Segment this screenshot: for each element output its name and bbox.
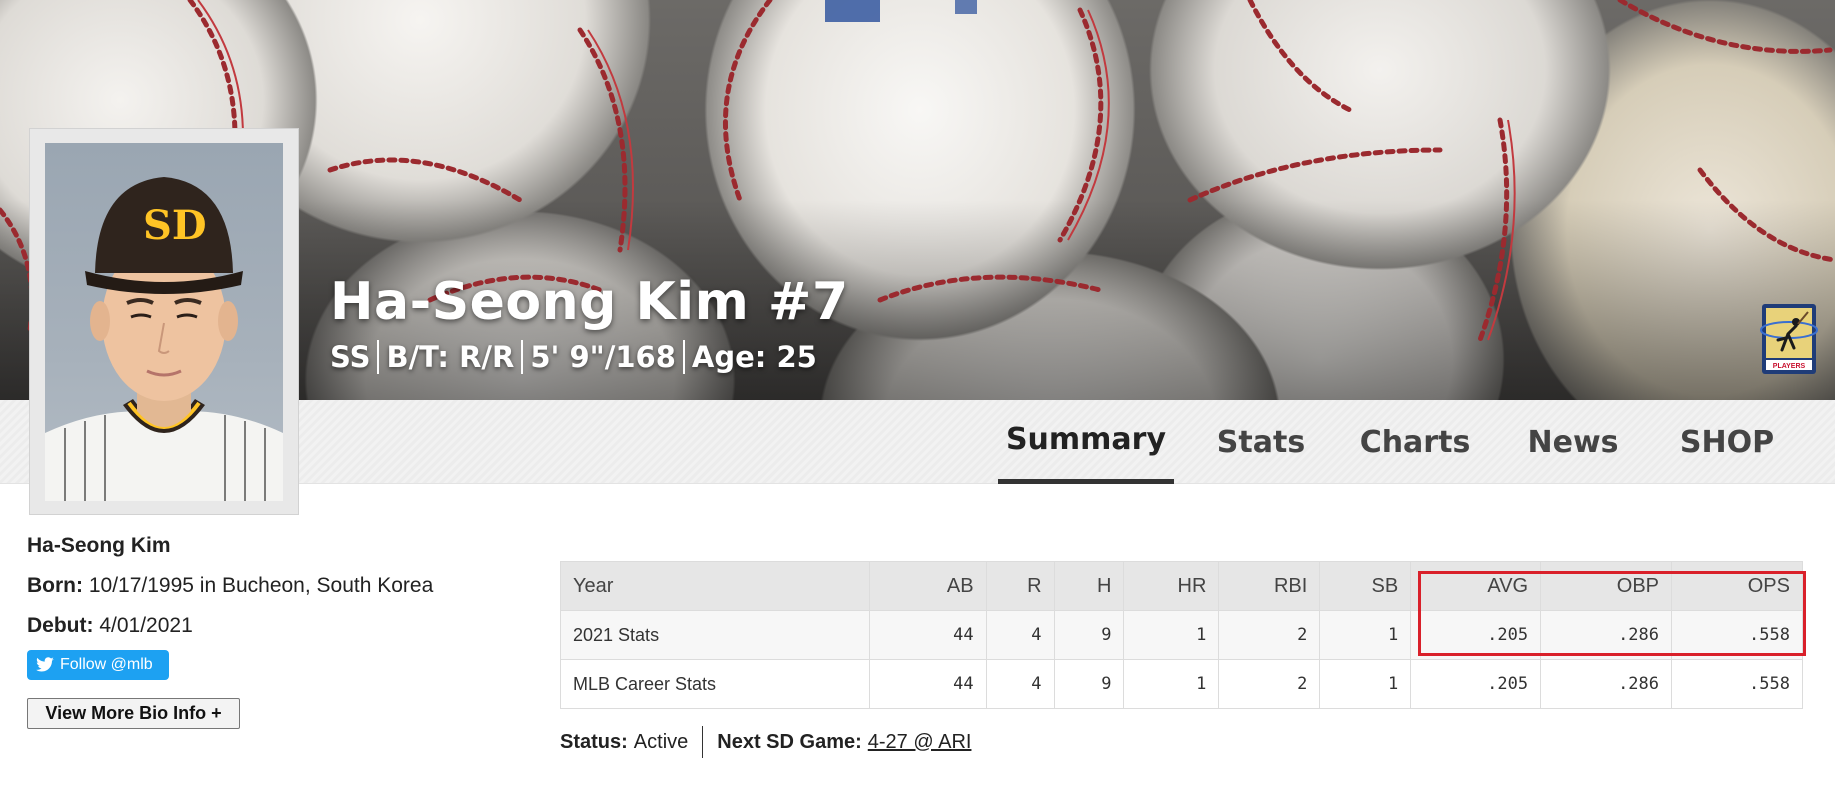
table-row: 2021 Stats 44 4 9 1 2 1 .205 .286 .558 xyxy=(560,610,1803,660)
bio-debut-value: 4/01/2021 xyxy=(99,614,193,637)
table-cell: 1 xyxy=(1319,659,1412,709)
meta-divider xyxy=(682,340,685,374)
table-cell: 1 xyxy=(1123,610,1220,660)
column-header: AVG xyxy=(1410,561,1542,611)
table-cell: .205 xyxy=(1410,659,1542,709)
table-header-row: Year AB R H HR RBI SB AVG OBP OPS xyxy=(560,561,1803,611)
bio-born-label: Born: xyxy=(27,574,83,597)
table-cell: 2021 Stats xyxy=(560,610,870,660)
twitter-follow-label: Follow @mlb xyxy=(60,656,153,673)
table-cell: .558 xyxy=(1671,659,1803,709)
table-cell: .286 xyxy=(1540,610,1673,660)
table-cell: 4 xyxy=(985,659,1055,709)
table-cell: 4 xyxy=(985,610,1055,660)
stats-summary-table: Year AB R H HR RBI SB AVG OBP OPS 2021 S… xyxy=(560,561,1803,709)
next-game-label: Next SD Game: xyxy=(717,730,862,753)
column-header: OBP xyxy=(1540,561,1673,611)
cap-logo-text: SD xyxy=(143,202,207,249)
table-row: MLB Career Stats 44 4 9 1 2 1 .205 .286 … xyxy=(560,659,1803,709)
bio-player-name: Ha-Seong Kim xyxy=(27,534,171,557)
table-cell: 1 xyxy=(1123,659,1220,709)
player-height-weight: 5' 9"/168 xyxy=(530,340,676,374)
table-cell: 9 xyxy=(1053,610,1125,660)
view-more-bio-button[interactable]: View More Bio Info + xyxy=(27,698,240,729)
table-cell: .558 xyxy=(1671,610,1803,660)
player-bats-throws: B/T: R/R xyxy=(386,340,515,374)
player-meta: SS B/T: R/R 5' 9"/168 Age: 25 xyxy=(330,340,817,374)
tab-summary[interactable]: Summary xyxy=(998,400,1174,484)
status-label: Status: xyxy=(560,730,628,753)
meta-divider xyxy=(377,340,380,374)
column-header: RBI xyxy=(1218,561,1321,611)
headshot-illustration: SD xyxy=(45,177,283,501)
table-cell: .205 xyxy=(1410,610,1542,660)
player-status-row: Status: Active Next SD Game: 4-27 @ ARI xyxy=(560,726,971,758)
player-position: SS xyxy=(330,340,371,374)
twitter-follow-button[interactable]: Follow @mlb xyxy=(27,650,169,680)
bio-born: Born: 10/17/1995 in Bucheon, South Korea xyxy=(27,574,433,598)
table-cell: .286 xyxy=(1540,659,1673,709)
table-cell: 1 xyxy=(1319,610,1412,660)
player-name-heading: Ha-Seong Kim #7 xyxy=(330,272,849,332)
table-cell: 44 xyxy=(868,659,987,709)
status-divider xyxy=(702,726,704,758)
column-header: OPS xyxy=(1671,561,1803,611)
status-value: Active xyxy=(633,730,689,753)
table-cell: 44 xyxy=(868,610,987,660)
next-game-link[interactable]: 4-27 @ ARI xyxy=(868,731,972,754)
mlb-players-logo: PLAYERS xyxy=(1760,304,1818,374)
table-cell: 2 xyxy=(1218,610,1321,660)
tab-charts[interactable]: Charts xyxy=(1355,400,1475,484)
tab-shop[interactable]: SHOP xyxy=(1670,400,1784,484)
players-logo-text: PLAYERS xyxy=(1773,363,1806,370)
player-age: Age: 25 xyxy=(691,340,817,374)
column-header: AB xyxy=(868,561,987,611)
bird-icon xyxy=(36,657,54,672)
table-cell: 9 xyxy=(1053,659,1125,709)
bio-born-value: 10/17/1995 in Bucheon, South Korea xyxy=(88,574,434,597)
column-header: R xyxy=(985,561,1055,611)
column-header: HR xyxy=(1123,561,1220,611)
table-cell: MLB Career Stats xyxy=(560,659,870,709)
column-header: Year xyxy=(560,561,870,611)
tab-news[interactable]: News xyxy=(1518,400,1628,484)
player-headshot: SD xyxy=(45,143,283,501)
tab-stats[interactable]: Stats xyxy=(1200,400,1322,484)
bio-debut: Debut: 4/01/2021 xyxy=(27,614,193,638)
table-cell: 2 xyxy=(1218,659,1321,709)
column-header: SB xyxy=(1319,561,1412,611)
bio-debut-label: Debut: xyxy=(27,614,94,637)
column-header: H xyxy=(1053,561,1125,611)
meta-divider xyxy=(521,340,524,374)
player-headshot-frame: SD xyxy=(29,128,299,515)
